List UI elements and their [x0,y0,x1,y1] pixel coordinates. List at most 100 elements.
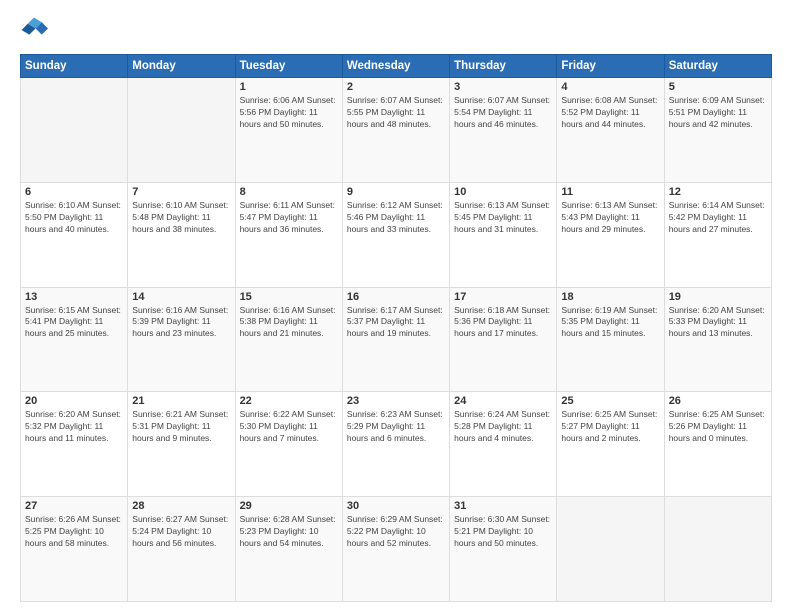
day-info: Sunrise: 6:28 AM Sunset: 5:23 PM Dayligh… [240,514,338,550]
day-number: 24 [454,395,552,407]
day-number: 5 [669,81,767,93]
day-number: 20 [25,395,123,407]
page: SundayMondayTuesdayWednesdayThursdayFrid… [0,0,792,612]
day-info: Sunrise: 6:23 AM Sunset: 5:29 PM Dayligh… [347,409,445,445]
day-cell: 10Sunrise: 6:13 AM Sunset: 5:45 PM Dayli… [450,182,557,287]
week-row-5: 27 Sunrise: 6:26 AM Sunset: 5:25 PM Dayli… [21,497,772,602]
week-row-1: 1Sunrise: 6:06 AM Sunset: 5:56 PM Daylig… [21,78,772,183]
weekday-header-saturday: Saturday [664,55,771,78]
day-info: Sunrise: 6:21 AM Sunset: 5:31 PM Dayligh… [132,409,230,445]
day-info: Sunrise: 6:27 AM Sunset: 5:24 PM Dayligh… [132,514,230,550]
day-cell: 28Sunrise: 6:27 AM Sunset: 5:24 PM Dayli… [128,497,235,602]
day-number: 16 [347,291,445,303]
day-number: 21 [132,395,230,407]
day-info: Sunrise: 6:13 AM Sunset: 5:43 PM Dayligh… [561,200,659,236]
week-row-3: 13 Sunrise: 6:15 AM Sunset: 5:41 PM Dayli… [21,287,772,392]
day-info: Sunrise: 6:09 AM Sunset: 5:51 PM Dayligh… [669,95,767,131]
weekday-header-row: SundayMondayTuesdayWednesdayThursdayFrid… [21,55,772,78]
day-number: 25 [561,395,659,407]
day-cell: 11 Sunrise: 6:13 AM Sunset: 5:43 PM Dayli… [557,182,664,287]
weekday-header-sunday: Sunday [21,55,128,78]
day-cell: 3 Sunrise: 6:07 AM Sunset: 5:54 PM Daylig… [450,78,557,183]
day-number: 6 [25,186,123,198]
day-cell: 8 Sunrise: 6:11 AM Sunset: 5:47 PM Daylig… [235,182,342,287]
day-info: Sunrise: 6:11 AM Sunset: 5:47 PM Dayligh… [240,200,338,236]
day-cell: 22 Sunrise: 6:22 AM Sunset: 5:30 PM Dayli… [235,392,342,497]
day-cell: 31Sunrise: 6:30 AM Sunset: 5:21 PM Dayli… [450,497,557,602]
day-cell: 6 Sunrise: 6:10 AM Sunset: 5:50 PM Daylig… [21,182,128,287]
day-number: 7 [132,186,230,198]
day-cell: 26Sunrise: 6:25 AM Sunset: 5:26 PM Dayli… [664,392,771,497]
day-info: Sunrise: 6:19 AM Sunset: 5:35 PM Dayligh… [561,305,659,341]
day-number: 22 [240,395,338,407]
day-number: 11 [561,186,659,198]
day-cell [128,78,235,183]
day-info: Sunrise: 6:24 AM Sunset: 5:28 PM Dayligh… [454,409,552,445]
day-number: 19 [669,291,767,303]
day-cell: 4 Sunrise: 6:08 AM Sunset: 5:52 PM Daylig… [557,78,664,183]
day-cell: 25 Sunrise: 6:25 AM Sunset: 5:27 PM Dayli… [557,392,664,497]
logo [20,16,52,44]
day-info: Sunrise: 6:18 AM Sunset: 5:36 PM Dayligh… [454,305,552,341]
day-cell: 5 Sunrise: 6:09 AM Sunset: 5:51 PM Daylig… [664,78,771,183]
day-cell: 15 Sunrise: 6:16 AM Sunset: 5:38 PM Dayli… [235,287,342,392]
day-number: 17 [454,291,552,303]
day-cell: 13 Sunrise: 6:15 AM Sunset: 5:41 PM Dayli… [21,287,128,392]
day-number: 3 [454,81,552,93]
day-cell: 27 Sunrise: 6:26 AM Sunset: 5:25 PM Dayli… [21,497,128,602]
day-cell: 7Sunrise: 6:10 AM Sunset: 5:48 PM Daylig… [128,182,235,287]
day-number: 8 [240,186,338,198]
day-number: 27 [25,500,123,512]
day-info: Sunrise: 6:14 AM Sunset: 5:42 PM Dayligh… [669,200,767,236]
day-info: Sunrise: 6:13 AM Sunset: 5:45 PM Dayligh… [454,200,552,236]
day-info: Sunrise: 6:08 AM Sunset: 5:52 PM Dayligh… [561,95,659,131]
logo-icon [20,16,48,44]
day-cell: 23 Sunrise: 6:23 AM Sunset: 5:29 PM Dayli… [342,392,449,497]
day-info: Sunrise: 6:26 AM Sunset: 5:25 PM Dayligh… [25,514,123,550]
weekday-header-monday: Monday [128,55,235,78]
day-info: Sunrise: 6:10 AM Sunset: 5:50 PM Dayligh… [25,200,123,236]
day-info: Sunrise: 6:17 AM Sunset: 5:37 PM Dayligh… [347,305,445,341]
day-info: Sunrise: 6:16 AM Sunset: 5:39 PM Dayligh… [132,305,230,341]
day-info: Sunrise: 6:15 AM Sunset: 5:41 PM Dayligh… [25,305,123,341]
day-number: 18 [561,291,659,303]
day-number: 14 [132,291,230,303]
week-row-2: 6 Sunrise: 6:10 AM Sunset: 5:50 PM Daylig… [21,182,772,287]
day-info: Sunrise: 6:07 AM Sunset: 5:55 PM Dayligh… [347,95,445,131]
day-cell: 16 Sunrise: 6:17 AM Sunset: 5:37 PM Dayli… [342,287,449,392]
day-info: Sunrise: 6:22 AM Sunset: 5:30 PM Dayligh… [240,409,338,445]
day-cell: 2 Sunrise: 6:07 AM Sunset: 5:55 PM Daylig… [342,78,449,183]
calendar: SundayMondayTuesdayWednesdayThursdayFrid… [20,54,772,602]
day-number: 23 [347,395,445,407]
day-number: 15 [240,291,338,303]
weekday-header-thursday: Thursday [450,55,557,78]
day-info: Sunrise: 6:25 AM Sunset: 5:26 PM Dayligh… [669,409,767,445]
day-cell: 21 Sunrise: 6:21 AM Sunset: 5:31 PM Dayli… [128,392,235,497]
day-cell: 29 Sunrise: 6:28 AM Sunset: 5:23 PM Dayli… [235,497,342,602]
day-number: 2 [347,81,445,93]
day-info: Sunrise: 6:16 AM Sunset: 5:38 PM Dayligh… [240,305,338,341]
day-info: Sunrise: 6:07 AM Sunset: 5:54 PM Dayligh… [454,95,552,131]
day-number: 29 [240,500,338,512]
day-info: Sunrise: 6:06 AM Sunset: 5:56 PM Dayligh… [240,95,338,131]
day-info: Sunrise: 6:25 AM Sunset: 5:27 PM Dayligh… [561,409,659,445]
day-info: Sunrise: 6:12 AM Sunset: 5:46 PM Dayligh… [347,200,445,236]
day-cell [557,497,664,602]
day-cell: 19 Sunrise: 6:20 AM Sunset: 5:33 PM Dayli… [664,287,771,392]
day-cell: 30Sunrise: 6:29 AM Sunset: 5:22 PM Dayli… [342,497,449,602]
day-info: Sunrise: 6:29 AM Sunset: 5:22 PM Dayligh… [347,514,445,550]
day-info: Sunrise: 6:20 AM Sunset: 5:32 PM Dayligh… [25,409,123,445]
day-cell: 1Sunrise: 6:06 AM Sunset: 5:56 PM Daylig… [235,78,342,183]
day-number: 13 [25,291,123,303]
weekday-header-wednesday: Wednesday [342,55,449,78]
day-info: Sunrise: 6:30 AM Sunset: 5:21 PM Dayligh… [454,514,552,550]
day-cell: 20 Sunrise: 6:20 AM Sunset: 5:32 PM Dayli… [21,392,128,497]
week-row-4: 20 Sunrise: 6:20 AM Sunset: 5:32 PM Dayli… [21,392,772,497]
day-number: 4 [561,81,659,93]
day-number: 9 [347,186,445,198]
day-cell [21,78,128,183]
day-info: Sunrise: 6:20 AM Sunset: 5:33 PM Dayligh… [669,305,767,341]
day-cell: 12Sunrise: 6:14 AM Sunset: 5:42 PM Dayli… [664,182,771,287]
day-cell: 18 Sunrise: 6:19 AM Sunset: 5:35 PM Dayli… [557,287,664,392]
day-cell: 14 Sunrise: 6:16 AM Sunset: 5:39 PM Dayli… [128,287,235,392]
